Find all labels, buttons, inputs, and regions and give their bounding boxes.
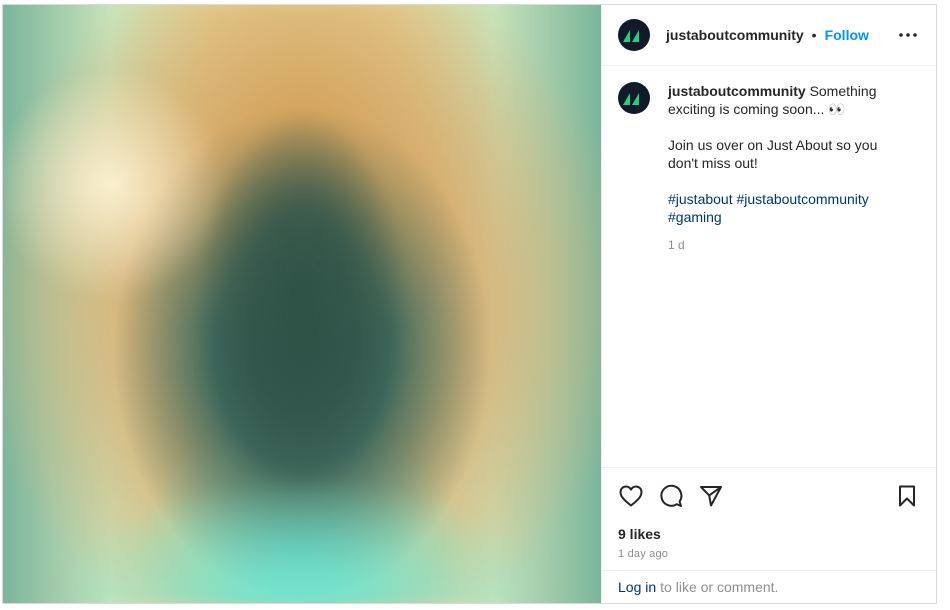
post-header: justaboutcommunity • Follow <box>602 5 936 66</box>
header-username[interactable]: justaboutcommunity <box>666 27 804 43</box>
follow-button[interactable]: Follow <box>825 27 869 43</box>
post-date[interactable]: 1 day ago <box>618 548 920 560</box>
caption-line2: Join us over on Just About so you don't … <box>668 137 878 171</box>
caption-username[interactable]: justaboutcommunity <box>668 83 806 99</box>
hashtag-link[interactable]: #justaboutcommunity <box>737 191 869 207</box>
image-blur-layer <box>3 5 601 603</box>
action-bar <box>618 480 920 512</box>
header-separator: • <box>811 27 817 43</box>
post-sidebar: justaboutcommunity • Follow justaboutcom… <box>601 5 936 603</box>
login-link[interactable]: Log in <box>618 579 656 595</box>
bookmark-icon[interactable] <box>894 483 920 509</box>
actions-area: 9 likes 1 day ago <box>602 467 936 570</box>
just-about-logo-icon <box>623 93 639 105</box>
caption-area: justaboutcommunity Something exciting is… <box>602 66 936 467</box>
caption-timestamp[interactable]: 1 d <box>668 236 883 254</box>
heart-icon[interactable] <box>618 483 644 509</box>
share-icon[interactable] <box>698 483 724 509</box>
login-prompt-text: to like or comment. <box>660 579 779 595</box>
more-options-icon[interactable] <box>896 23 920 47</box>
avatar[interactable] <box>618 19 650 51</box>
just-about-logo-icon <box>623 30 639 42</box>
caption-avatar[interactable] <box>618 82 650 114</box>
post-image[interactable] <box>3 5 601 603</box>
hashtag-link[interactable]: #justabout <box>668 191 733 207</box>
comment-icon[interactable] <box>658 483 684 509</box>
post-container: justaboutcommunity • Follow justaboutcom… <box>2 4 937 604</box>
likes-count[interactable]: 9 likes <box>618 526 920 542</box>
hashtag-link[interactable]: #gaming <box>668 209 722 225</box>
caption-text: justaboutcommunity Something exciting is… <box>668 82 883 254</box>
login-prompt: Log in to like or comment. <box>602 570 936 603</box>
